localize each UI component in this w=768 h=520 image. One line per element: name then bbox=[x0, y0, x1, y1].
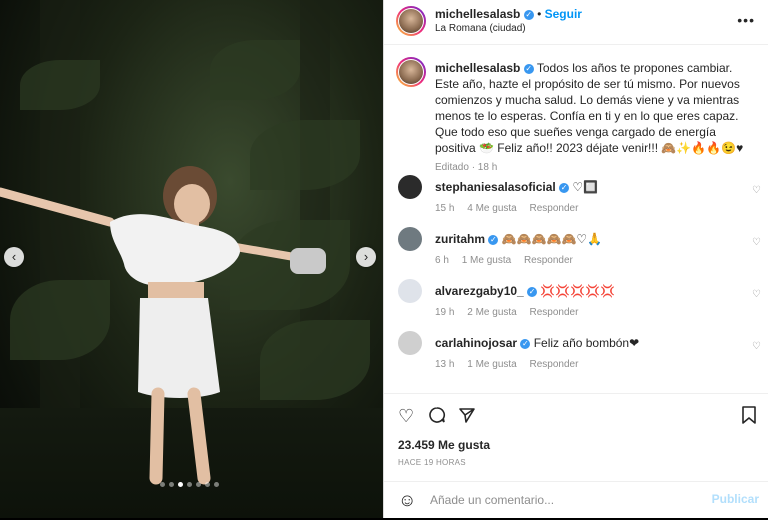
comment-likes[interactable]: 1 Me gusta bbox=[467, 359, 516, 370]
verified-icon: ✓ bbox=[523, 9, 534, 20]
more-options-icon[interactable]: ••• bbox=[737, 12, 755, 28]
like-count[interactable]: 23.459 Me gusta bbox=[398, 438, 490, 452]
carousel-dot bbox=[187, 482, 192, 487]
comment-line: alvarezgaby10_ ✓ 💢💢💢💢💢 bbox=[435, 284, 615, 298]
comment-line: carlahinojosar ✓ Feliz año bombón❤ bbox=[435, 336, 639, 350]
post-sidebar: michellesalasb ✓ • Seguir La Romana (ciu… bbox=[383, 0, 768, 518]
comment-text: Feliz año bombón❤ bbox=[533, 336, 640, 350]
location[interactable]: La Romana (ciudad) bbox=[435, 23, 526, 34]
woman-figure bbox=[0, 166, 326, 485]
comment-likes[interactable]: 4 Me gusta bbox=[467, 203, 516, 214]
comment-item: carlahinojosar ✓ Feliz año bombón❤ 13 h … bbox=[384, 331, 768, 383]
posted-time[interactable]: HACE 19 HORAS bbox=[398, 458, 466, 467]
commenter-avatar[interactable] bbox=[398, 175, 422, 199]
carousel-dot bbox=[160, 482, 165, 487]
comments-list[interactable]: michellesalasb ✓ Todos los años te propo… bbox=[384, 45, 768, 393]
comment-meta: 6 h 1 Me gusta Responder bbox=[435, 255, 583, 266]
comment-like-heart-icon[interactable]: ♡ bbox=[752, 185, 761, 196]
comment-time[interactable]: 15 h bbox=[435, 203, 454, 214]
reply-button[interactable]: Responder bbox=[530, 307, 579, 318]
verified-icon: ✓ bbox=[559, 182, 570, 193]
verified-icon: ✓ bbox=[523, 63, 534, 74]
chevron-right-icon: › bbox=[363, 249, 369, 264]
comment-item: alvarezgaby10_ ✓ 💢💢💢💢💢 19 h 2 Me gusta R… bbox=[384, 279, 768, 331]
comment-text: 🙈🙈🙈🙈🙈♡🙏 bbox=[501, 232, 603, 246]
author-username[interactable]: michellesalasb bbox=[435, 7, 520, 21]
comment-item: stephaniesalasoficial ✓ ♡🔲 15 h 4 Me gus… bbox=[384, 175, 768, 227]
chevron-left-icon: ‹ bbox=[11, 249, 17, 264]
prev-photo-button[interactable]: ‹ bbox=[4, 247, 24, 267]
caption-meta: Editado · 18 h bbox=[435, 162, 498, 173]
verified-icon: ✓ bbox=[520, 338, 531, 349]
comment-meta: 15 h 4 Me gusta Responder bbox=[435, 203, 588, 214]
caption-author-avatar[interactable] bbox=[396, 57, 426, 87]
comment-like-heart-icon[interactable]: ♡ bbox=[752, 341, 761, 352]
next-photo-button[interactable]: › bbox=[356, 247, 376, 267]
reply-button[interactable]: Responder bbox=[524, 255, 573, 266]
action-bar: ♡ 23.459 Me gusta HACE 19 HORAS ☺ Public… bbox=[384, 393, 768, 519]
caption-text: Todos los años te propones cambiar. Este… bbox=[435, 61, 744, 155]
post-photo[interactable]: ‹ › bbox=[0, 0, 383, 518]
like-heart-icon[interactable]: ♡ bbox=[398, 406, 414, 427]
comment-time[interactable]: 19 h bbox=[435, 307, 454, 318]
comment-like-heart-icon[interactable]: ♡ bbox=[752, 237, 761, 248]
comment-icon[interactable] bbox=[428, 406, 446, 424]
comment-item: zuritahm ✓ 🙈🙈🙈🙈🙈♡🙏 6 h 1 Me gusta Respon… bbox=[384, 227, 768, 279]
commenter-username[interactable]: alvarezgaby10_ bbox=[435, 284, 524, 298]
verified-icon: ✓ bbox=[527, 286, 538, 297]
comment-likes[interactable]: 1 Me gusta bbox=[462, 255, 511, 266]
carousel-dot bbox=[214, 482, 219, 487]
reply-button[interactable]: Responder bbox=[530, 203, 579, 214]
commenter-username[interactable]: carlahinojosar bbox=[435, 336, 517, 350]
leaf bbox=[20, 60, 100, 110]
comment-input[interactable] bbox=[428, 492, 702, 508]
carousel-dot bbox=[196, 482, 201, 487]
post-dialog: ‹ › michellesalasb ✓ • Seguir La Romana … bbox=[0, 0, 768, 518]
carousel-dot bbox=[205, 482, 210, 487]
comment-line: stephaniesalasoficial ✓ ♡🔲 bbox=[435, 180, 598, 194]
share-icon[interactable] bbox=[458, 406, 476, 424]
commenter-avatar[interactable] bbox=[398, 227, 422, 251]
comment-time[interactable]: 6 h bbox=[435, 255, 449, 266]
comment-text: 💢💢💢💢💢 bbox=[540, 284, 616, 298]
leaf bbox=[210, 40, 300, 100]
post-header: michellesalasb ✓ • Seguir La Romana (ciu… bbox=[384, 0, 768, 45]
comment-time[interactable]: 13 h bbox=[435, 359, 454, 370]
reply-button[interactable]: Responder bbox=[530, 359, 579, 370]
carousel-indicators bbox=[160, 482, 219, 487]
verified-icon: ✓ bbox=[488, 234, 499, 245]
commenter-username[interactable]: stephaniesalasoficial bbox=[435, 180, 556, 194]
comment-meta: 19 h 2 Me gusta Responder bbox=[435, 307, 588, 318]
publish-button[interactable]: Publicar bbox=[712, 492, 759, 506]
commenter-avatar[interactable] bbox=[398, 331, 422, 355]
comment-like-heart-icon[interactable]: ♡ bbox=[752, 289, 761, 300]
carousel-dot bbox=[178, 482, 183, 487]
author-line: michellesalasb ✓ • Seguir bbox=[435, 7, 582, 21]
follow-button[interactable]: Seguir bbox=[545, 7, 582, 21]
caption-username[interactable]: michellesalasb bbox=[435, 61, 520, 75]
commenter-avatar[interactable] bbox=[398, 279, 422, 303]
comment-likes[interactable]: 2 Me gusta bbox=[467, 307, 516, 318]
emoji-icon[interactable]: ☺ bbox=[398, 490, 416, 511]
add-comment-bar: ☺ Publicar bbox=[384, 481, 768, 520]
caption: michellesalasb ✓ Todos los años te propo… bbox=[435, 60, 753, 176]
comment-line: zuritahm ✓ 🙈🙈🙈🙈🙈♡🙏 bbox=[435, 232, 602, 246]
author-avatar[interactable] bbox=[396, 6, 426, 36]
comment-meta: 13 h 1 Me gusta Responder bbox=[435, 359, 588, 370]
comment-text: ♡🔲 bbox=[572, 180, 599, 194]
save-bookmark-icon[interactable] bbox=[741, 406, 757, 424]
commenter-username[interactable]: zuritahm bbox=[435, 232, 485, 246]
carousel-dot bbox=[169, 482, 174, 487]
